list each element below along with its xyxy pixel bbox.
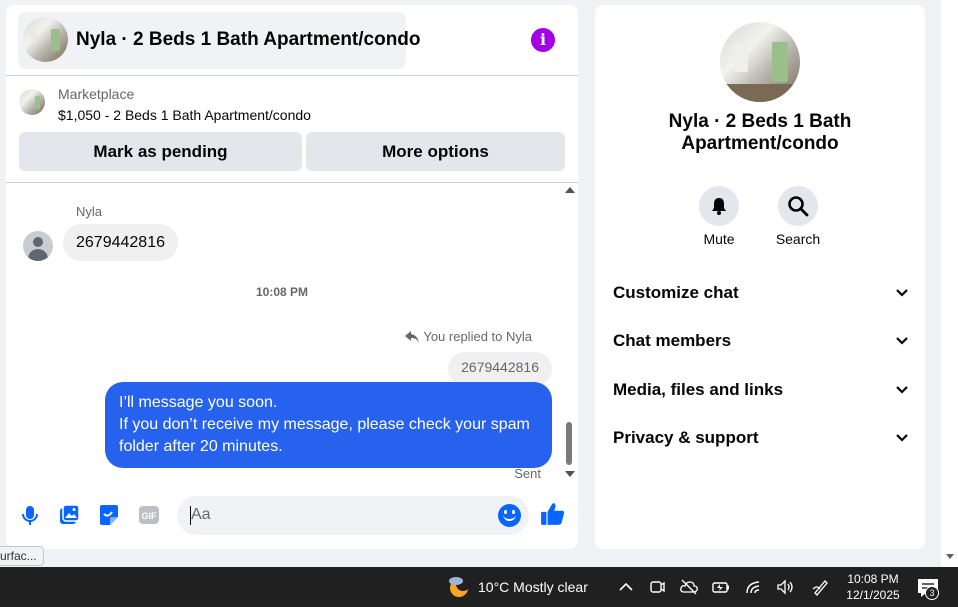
avatar[interactable] bbox=[23, 231, 53, 261]
info-icon[interactable]: i bbox=[531, 28, 555, 52]
mark-as-pending-button[interactable]: Mark as pending bbox=[19, 132, 302, 171]
chevron-down-icon bbox=[896, 434, 908, 442]
taskbar: 10°C Mostly clear 10:08 PM 12/1/2025 3 bbox=[0, 567, 958, 607]
mute-button[interactable] bbox=[699, 186, 739, 226]
replied-to-text: You replied to Nyla bbox=[423, 329, 532, 344]
section-label: Privacy & support bbox=[613, 428, 759, 447]
header-divider bbox=[6, 75, 578, 76]
weather-text[interactable]: 10°C Mostly clear bbox=[478, 579, 588, 595]
profile-title: Nyla · 2 Beds 1 Bath Apartment/condo bbox=[668, 111, 852, 154]
message-input-wrapper[interactable] bbox=[177, 496, 529, 535]
marketplace-label: Marketplace bbox=[58, 86, 135, 102]
status-tooltip: urfac... bbox=[0, 546, 44, 566]
sent-status: Sent bbox=[514, 466, 541, 481]
outgoing-message[interactable]: I’ll message you soon. If you don’t rece… bbox=[105, 382, 552, 468]
pen-icon[interactable] bbox=[811, 577, 831, 597]
wifi-icon[interactable] bbox=[744, 577, 764, 597]
chevron-down-icon bbox=[896, 289, 908, 297]
gif-icon[interactable]: GIF bbox=[137, 503, 161, 527]
listing-title[interactable]: $1,050 - 2 Beds 1 Bath Apartment/condo bbox=[58, 107, 311, 123]
notification-badge: 3 bbox=[925, 586, 939, 600]
sticker-icon[interactable] bbox=[97, 503, 121, 527]
search-label: Search bbox=[775, 231, 821, 247]
emoji-icon[interactable] bbox=[498, 504, 521, 527]
marketplace-thumbnail bbox=[19, 89, 45, 115]
time-divider: 10:08 PM bbox=[255, 285, 309, 299]
incoming-message[interactable]: 2679442816 bbox=[63, 224, 178, 261]
search-button[interactable] bbox=[778, 186, 818, 226]
outgoing-line-2: If you don’t receive my message, please … bbox=[119, 416, 530, 455]
listing-avatar bbox=[23, 17, 68, 62]
chat-members-section[interactable]: Chat members bbox=[613, 329, 909, 353]
image-icon[interactable] bbox=[57, 503, 81, 527]
camera-share-icon[interactable] bbox=[647, 577, 667, 597]
microphone-icon[interactable] bbox=[18, 503, 42, 527]
page-scrollbar[interactable] bbox=[941, 0, 958, 567]
profile-avatar bbox=[720, 22, 800, 102]
chevron-down-icon bbox=[896, 337, 908, 345]
cloud-off-icon[interactable] bbox=[679, 577, 699, 597]
clock-date: 12/1/2025 bbox=[846, 588, 900, 602]
section-label: Customize chat bbox=[613, 283, 739, 302]
listing-divider bbox=[6, 182, 578, 183]
battery-icon[interactable] bbox=[711, 577, 731, 597]
chat-title: Nyla · 2 Beds 1 Bath Apartment/condo bbox=[76, 29, 421, 50]
moon-cloud-icon[interactable] bbox=[446, 575, 470, 599]
clock-time: 10:08 PM bbox=[847, 572, 899, 586]
quoted-message[interactable]: 2679442816 bbox=[448, 352, 552, 386]
more-options-button[interactable]: More options bbox=[306, 132, 565, 171]
chat-header[interactable]: Nyla · 2 Beds 1 Bath Apartment/condo bbox=[18, 12, 421, 69]
speaker-icon[interactable] bbox=[775, 577, 795, 597]
reply-icon bbox=[405, 330, 420, 343]
section-label: Media, files and links bbox=[613, 380, 784, 399]
customize-chat-section[interactable]: Customize chat bbox=[613, 281, 909, 305]
mute-label: Mute bbox=[703, 231, 735, 247]
scrollbar-thumb[interactable] bbox=[566, 422, 572, 465]
info-panel: Nyla · 2 Beds 1 Bath Apartment/condo Mut… bbox=[595, 5, 925, 549]
bell-icon bbox=[712, 198, 726, 215]
privacy-support-section[interactable]: Privacy & support bbox=[613, 426, 909, 450]
clock[interactable]: 10:08 PM 12/1/2025 bbox=[842, 571, 904, 603]
section-label: Chat members bbox=[613, 331, 732, 350]
search-icon bbox=[788, 196, 809, 217]
sender-name: Nyla bbox=[76, 204, 103, 219]
scroll-up-arrow[interactable] bbox=[565, 187, 575, 193]
like-icon[interactable] bbox=[540, 501, 566, 527]
svg-text:GIF: GIF bbox=[142, 511, 158, 521]
page-scroll-down-arrow[interactable] bbox=[946, 554, 954, 559]
scroll-down-arrow[interactable] bbox=[565, 471, 575, 477]
outgoing-line-1: I’ll message you soon. bbox=[119, 394, 278, 411]
text-caret bbox=[190, 506, 191, 525]
media-files-links-section[interactable]: Media, files and links bbox=[613, 378, 909, 402]
message-input[interactable] bbox=[189, 504, 489, 526]
chevron-down-icon bbox=[896, 386, 908, 394]
reply-indicator: You replied to Nyla bbox=[405, 329, 532, 344]
chevron-up-icon[interactable] bbox=[616, 577, 636, 597]
chat-panel: Nyla · 2 Beds 1 Bath Apartment/condo i M… bbox=[6, 5, 578, 549]
